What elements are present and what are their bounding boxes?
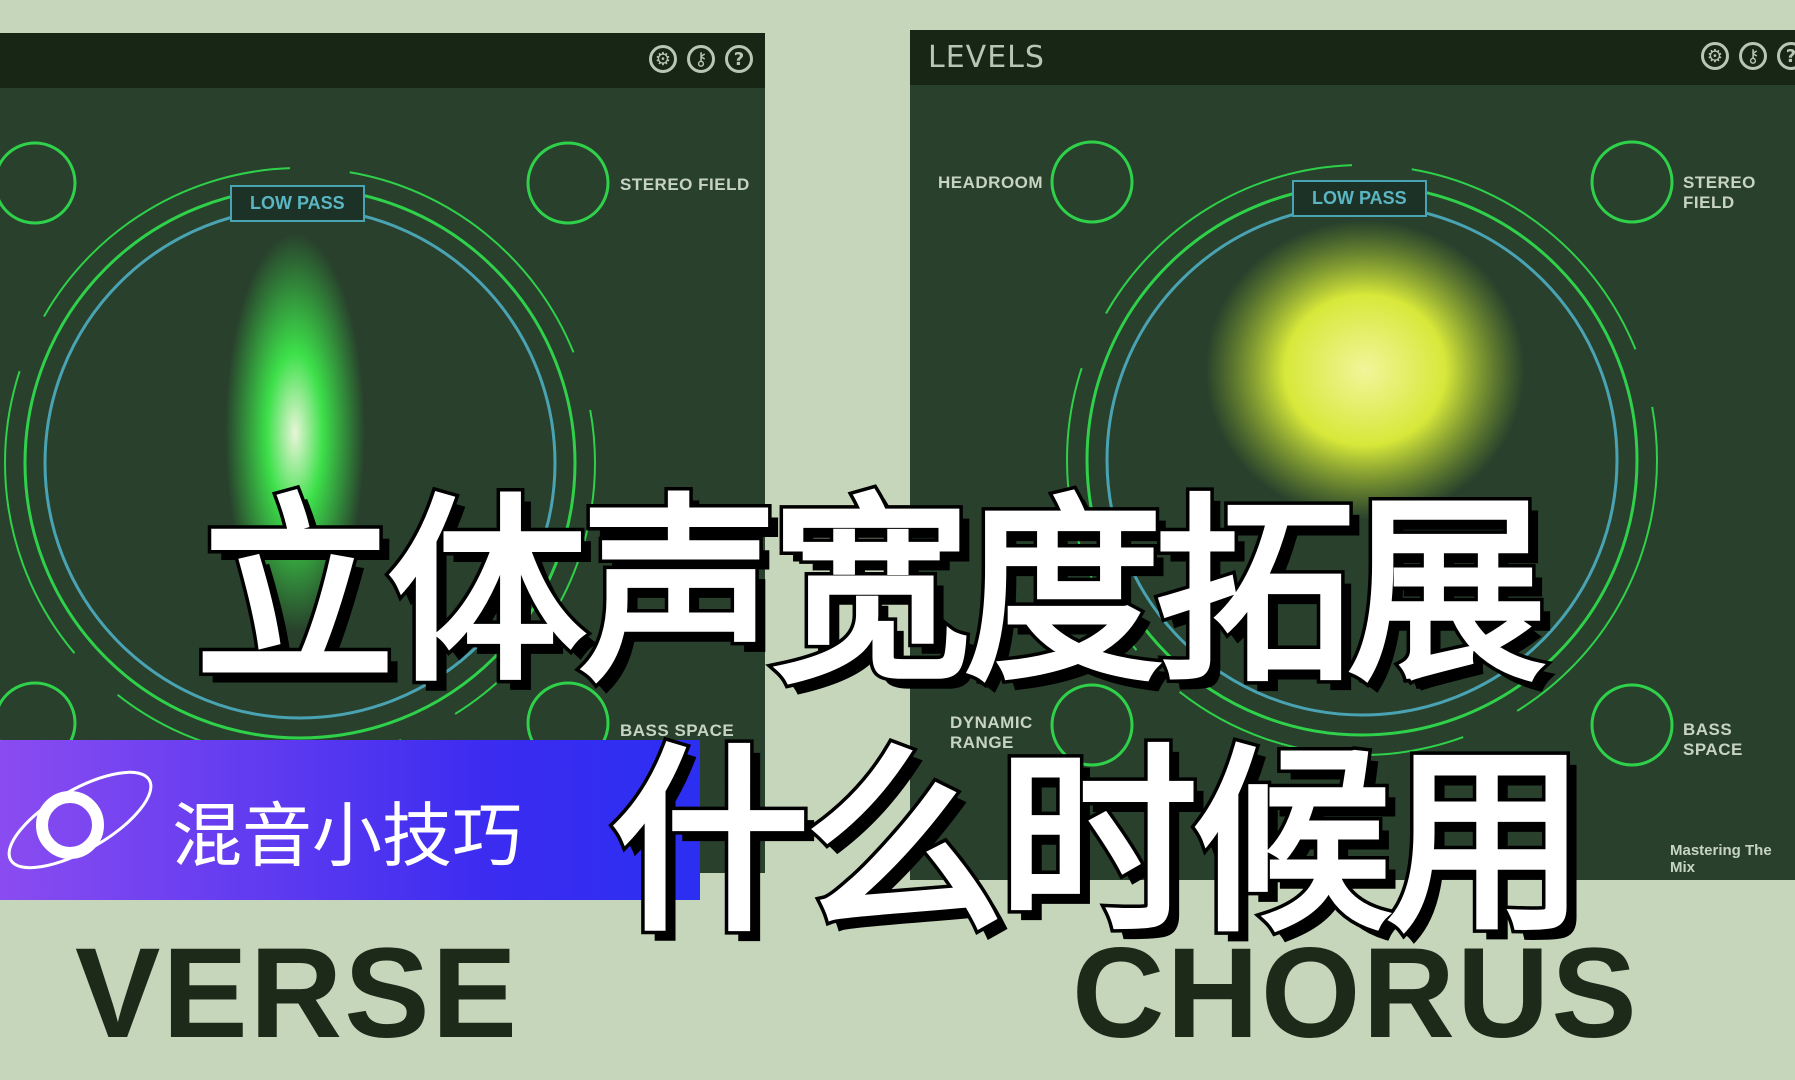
verse-caption: VERSE bbox=[75, 922, 519, 1065]
series-banner: 混音小技巧 bbox=[0, 740, 700, 900]
stereo-field-label: STEREO FIELD bbox=[620, 175, 750, 194]
title-line-1: 立体声宽度拓展 bbox=[191, 474, 1550, 714]
bass-space-label: BASS SPACE bbox=[1683, 720, 1743, 759]
headroom-label: HEADROOM bbox=[938, 173, 1044, 192]
banner-text: 混音小技巧 bbox=[172, 795, 522, 877]
chorus-caption: CHORUS bbox=[1072, 922, 1639, 1065]
low-pass-button[interactable]: LOW PASS bbox=[1292, 180, 1427, 217]
stereo-field-label: STEREO FIELD bbox=[1683, 173, 1756, 212]
mixing-logo-icon bbox=[7, 770, 153, 870]
low-pass-button[interactable]: LOW PASS bbox=[230, 185, 365, 222]
brand-label: Mastering The Mix bbox=[1670, 842, 1772, 876]
